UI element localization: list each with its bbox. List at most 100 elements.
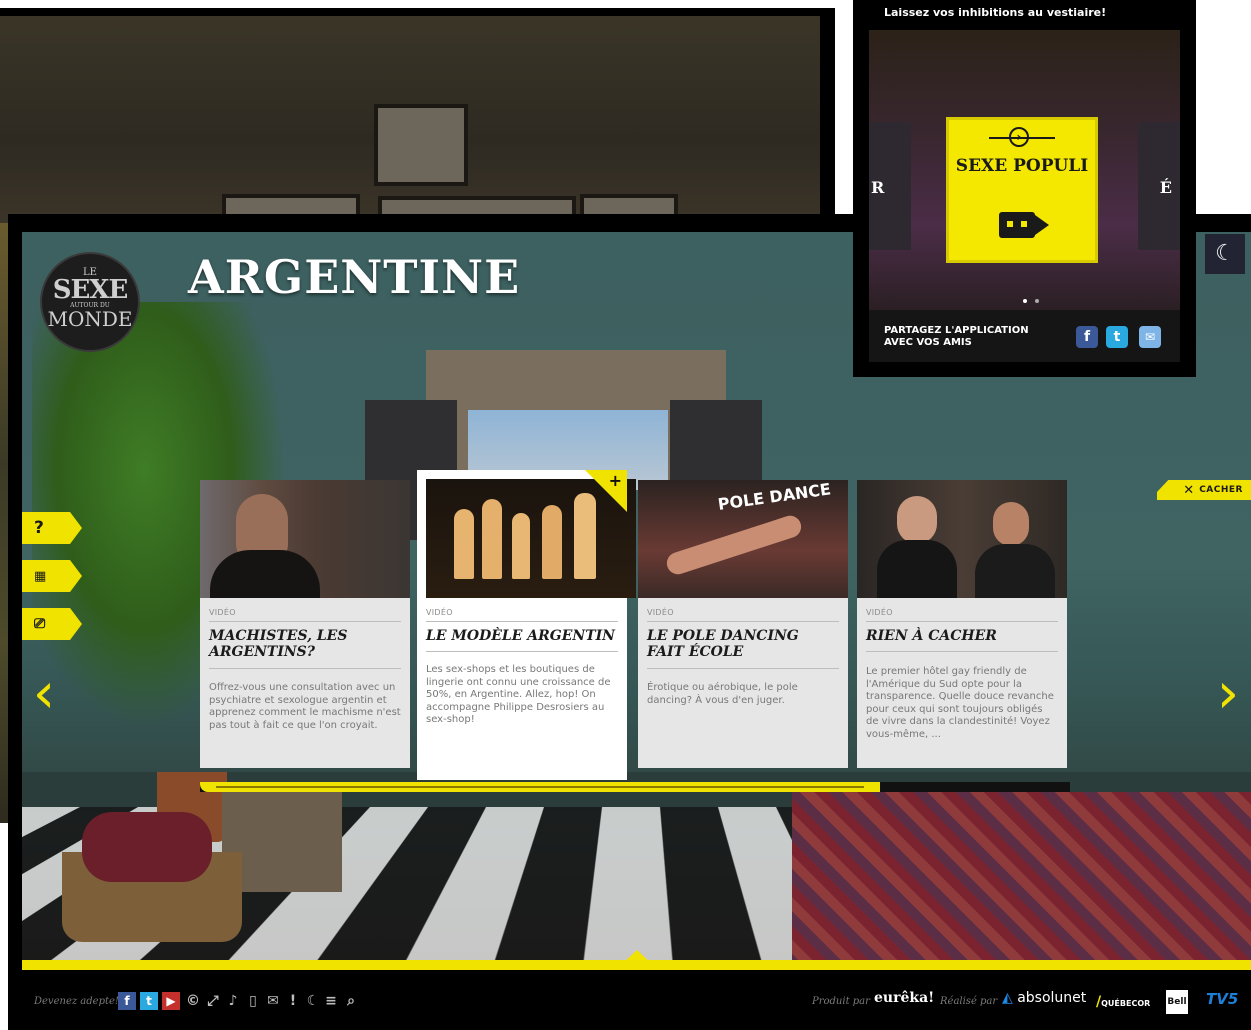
divider	[426, 651, 618, 652]
footer-bar: Devenez adepte! f t ▶ © ⤢ ♪ ▯ ✉ ! ☾ ≡ ⌕ …	[22, 970, 1251, 1030]
tv5-logo[interactable]: TV5	[1206, 990, 1238, 1008]
logo-line-4: MONDE	[47, 307, 133, 331]
camera-dot	[1007, 221, 1013, 227]
video-card[interactable]: POLE DANCE VIDÉO LE POLE DANCING FAIT ÉC…	[638, 479, 848, 768]
pillow-image	[82, 812, 212, 882]
camera-lens-icon	[1035, 215, 1049, 235]
person-body	[975, 544, 1055, 598]
made-by-label: Réalisé par	[940, 996, 998, 1007]
fonds-label: QUÉBECOR	[1101, 999, 1151, 1008]
video-thumbnail	[200, 480, 410, 598]
search-icon[interactable]: ⌕	[342, 992, 360, 1010]
bell-logo[interactable]: Bell	[1166, 990, 1188, 1014]
share-popup: Laissez vos inhibitions au vestiaire! R …	[853, 0, 1196, 377]
scrollbar-thumb[interactable]	[200, 782, 880, 792]
video-card[interactable]: VIDÉO MACHISTES, LES ARGENTINS? Offrez-v…	[200, 480, 410, 768]
mail-icon[interactable]: ✉	[264, 992, 282, 1010]
divider	[866, 621, 1058, 622]
facebook-icon[interactable]: f	[118, 992, 136, 1010]
card-description: Le premier hôtel gay friendly de l'Améri…	[866, 666, 1054, 740]
tv-button[interactable]: ⎚	[22, 608, 82, 640]
background-picture-frame	[374, 104, 468, 186]
twitter-share-icon[interactable]: t	[1106, 326, 1128, 348]
night-mode-icon[interactable]: ☾	[1205, 234, 1245, 274]
share-text: PARTAGEZ L'APPLICATION AVEC VOS AMIS	[884, 325, 1029, 348]
grid-view-button[interactable]: ▦	[22, 560, 82, 592]
pole-dance-sign: POLE DANCE	[716, 479, 832, 514]
divider	[647, 668, 839, 669]
next-arrow[interactable]: ›	[1212, 666, 1244, 726]
carousel-scrollbar[interactable]	[200, 782, 1070, 792]
camera-dot	[1021, 221, 1027, 227]
popup-header: Laissez vos inhibitions au vestiaire!	[869, 0, 1180, 30]
fullscreen-icon[interactable]: ⤢	[204, 992, 222, 1010]
prev-arrow[interactable]: ‹	[28, 666, 60, 726]
section-title: SEXE POPULI	[955, 156, 1089, 176]
prev-section-label: R	[871, 178, 885, 197]
video-card-active[interactable]: + VIDÉO LE MODÈLE ARGENTIN Les sex-shops…	[417, 470, 636, 780]
card-tag: VIDÉO	[647, 608, 674, 617]
video-thumbnail	[426, 479, 636, 598]
email-share-icon[interactable]: ✉	[1139, 326, 1161, 348]
product-shape	[512, 513, 530, 579]
next-section-card[interactable]: É	[1138, 122, 1180, 250]
dot[interactable]	[1035, 299, 1039, 303]
close-icon: ✕	[1183, 482, 1195, 498]
popup-heading: Laissez vos inhibitions au vestiaire!	[884, 6, 1107, 19]
help-button[interactable]: ?	[22, 512, 82, 544]
divider	[209, 621, 401, 622]
night-icon[interactable]: ☾	[304, 992, 322, 1010]
card-title: LE POLE DANCING FAIT ÉCOLE	[647, 628, 799, 660]
sound-icon[interactable]: ♪	[224, 992, 242, 1010]
youtube-icon[interactable]: ▶	[162, 992, 180, 1010]
alert-icon[interactable]: !	[284, 992, 302, 1010]
person-body	[210, 550, 320, 598]
product-shape	[454, 509, 474, 579]
tv-icon: ⎚	[34, 616, 46, 632]
mobile-icon[interactable]: ▯	[244, 992, 262, 1010]
divider	[866, 651, 1058, 652]
follow-label: Devenez adepte!	[34, 996, 119, 1007]
copyright-icon[interactable]: ©	[184, 992, 202, 1010]
card-title: RIEN À CACHER	[866, 628, 997, 644]
card-tag: VIDÉO	[426, 608, 453, 617]
carousel-dots[interactable]	[1023, 288, 1047, 307]
video-thumbnail	[857, 480, 1067, 598]
popup-panel: Laissez vos inhibitions au vestiaire! R …	[869, 0, 1180, 362]
person-silhouette	[993, 502, 1029, 546]
card-tag: VIDÉO	[866, 608, 893, 617]
hide-button[interactable]: ✕ CACHER	[1157, 480, 1251, 500]
plus-icon: +	[608, 471, 622, 490]
scrollbar-line	[216, 786, 864, 788]
card-title: LE MODÈLE ARGENTIN	[426, 628, 615, 644]
fonds-quebecor-logo[interactable]: /QUÉBECOR	[1096, 994, 1150, 1010]
eureka-logo[interactable]: eurêka!	[874, 990, 934, 1006]
background-screenshot	[0, 8, 835, 244]
product-shape	[542, 505, 562, 579]
dancer-figure	[664, 512, 804, 578]
card-description: Offrez-vous une consultation avec un psy…	[209, 682, 401, 731]
hide-label: CACHER	[1199, 485, 1243, 495]
card-title: MACHISTES, LES ARGENTINS?	[209, 628, 348, 660]
divider	[209, 668, 401, 669]
facebook-share-icon[interactable]: f	[1076, 326, 1098, 348]
chevron-right-icon: ›	[1009, 127, 1029, 147]
prev-section-card[interactable]: R	[869, 122, 911, 250]
person-body	[877, 540, 957, 598]
video-camera-icon	[999, 212, 1035, 238]
dot-active[interactable]	[1023, 299, 1027, 303]
product-shape	[574, 493, 596, 579]
sexe-populi-card[interactable]: › SEXE POPULI	[949, 120, 1095, 260]
site-logo[interactable]: LE SEXE AUTOUR DU MONDE	[42, 254, 138, 350]
twitter-icon[interactable]: t	[140, 992, 158, 1010]
divider	[647, 621, 839, 622]
help-icon: ?	[34, 518, 44, 538]
absolunet-logo[interactable]: ◭ absolunet	[1002, 990, 1086, 1006]
document-icon[interactable]: ≡	[322, 992, 340, 1010]
grid-icon: ▦	[34, 568, 47, 584]
video-card[interactable]: VIDÉO RIEN À CACHER Le premier hôtel gay…	[857, 480, 1067, 768]
card-description: Les sex-shops et les boutiques de linger…	[426, 664, 611, 725]
share-bar: PARTAGEZ L'APPLICATION AVEC VOS AMIS f t…	[869, 310, 1180, 362]
background-room	[0, 16, 820, 244]
absolunet-icon: ◭	[1002, 990, 1018, 1006]
